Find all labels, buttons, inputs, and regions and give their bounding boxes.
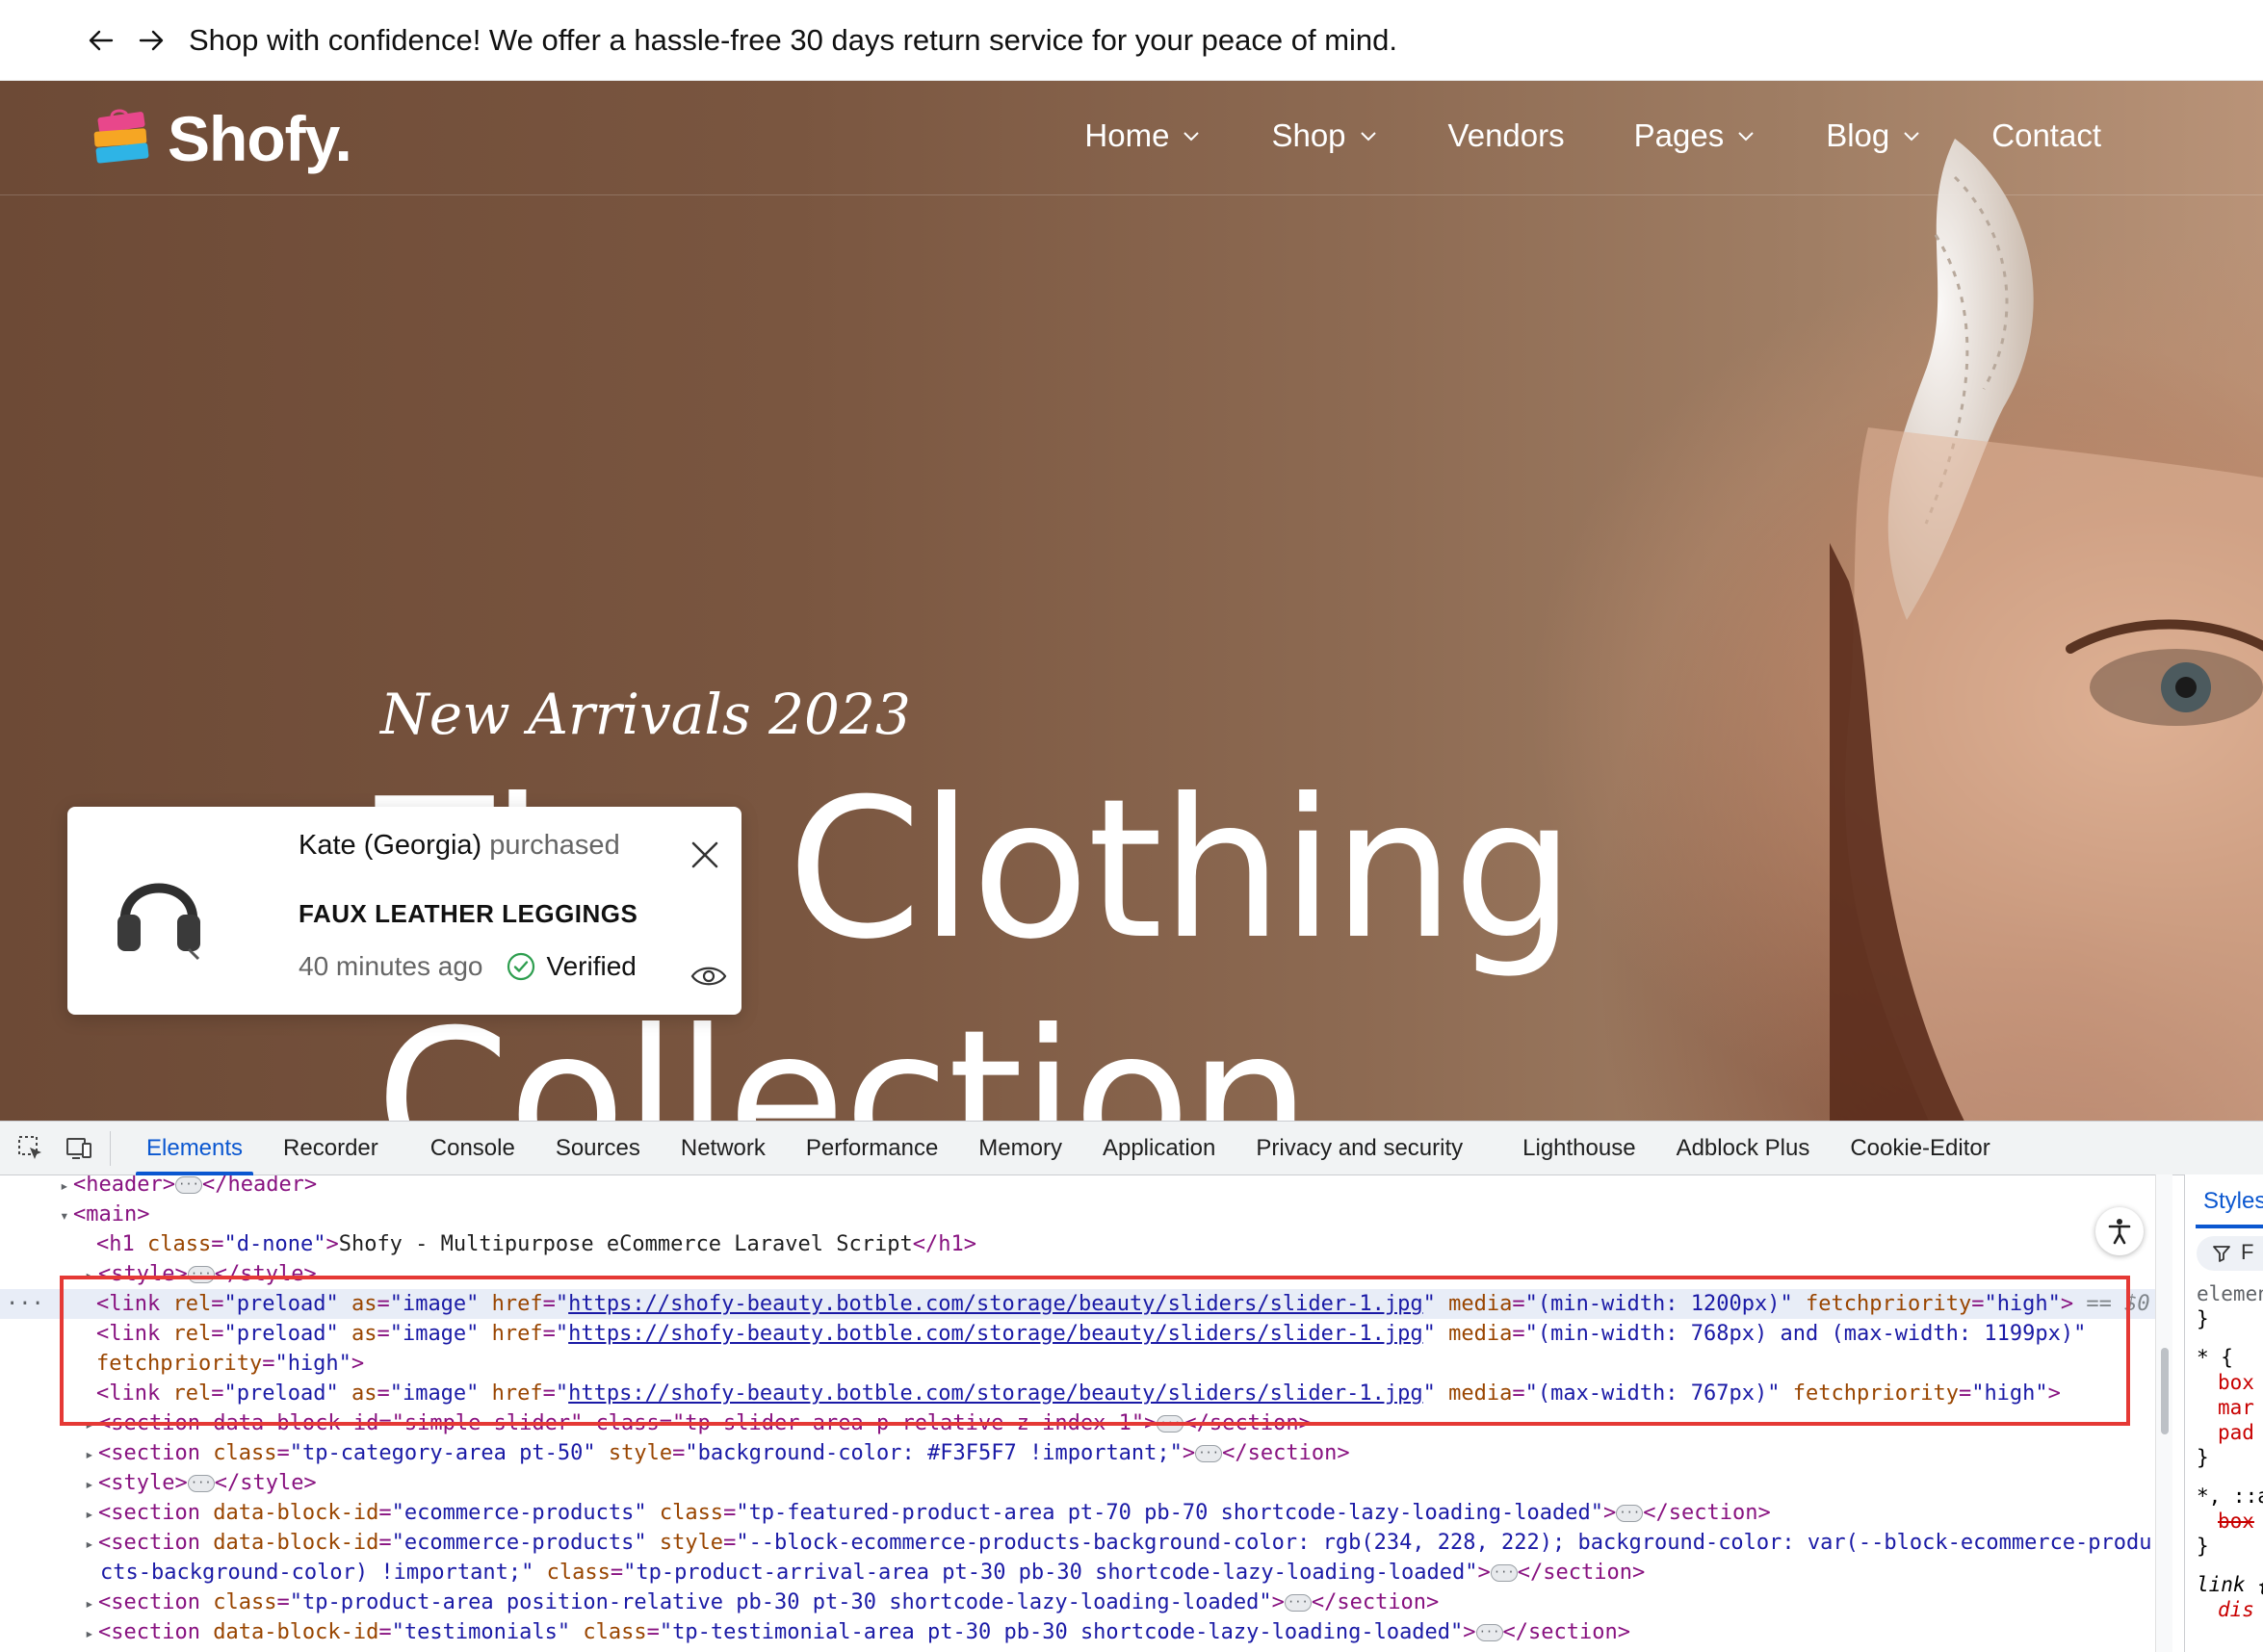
tab-styles[interactable]: Styles: [2184, 1174, 2263, 1228]
tab-console[interactable]: Console: [410, 1122, 535, 1175]
dom-node-section-arrival[interactable]: ▸ <section data-block-id="ecommerce-produ…: [0, 1528, 2155, 1558]
dom-node-header[interactable]: ▸ <header> ··· </header>: [0, 1175, 2155, 1200]
style-rule-line: * {: [2197, 1346, 2233, 1369]
shopping-bag-logo-icon: [93, 109, 149, 164]
buyer-line: Kate (Georgia) purchased: [299, 830, 620, 862]
nav-label: Shop: [1271, 117, 1346, 153]
section-style: background-color: #F3F5F7 !important;: [697, 1441, 1170, 1465]
dom-scrollbar[interactable]: [2155, 1174, 2172, 1652]
h1-text: Shofy - Multipurpose eCommerce Laravel S…: [338, 1232, 913, 1256]
arrow-right-icon[interactable]: [135, 24, 168, 57]
product-name[interactable]: FAUX LEATHER LEGGINGS: [299, 899, 637, 929]
purchase-action: purchased: [489, 830, 620, 861]
section-block-id: ecommerce-products: [403, 1501, 635, 1525]
chevron-down-icon: [1184, 132, 1200, 142]
style-rule-line: dis: [2218, 1598, 2254, 1621]
arrow-left-icon[interactable]: [85, 24, 117, 57]
nav-item-pages[interactable]: Pages: [1634, 117, 1757, 154]
tab-elements[interactable]: Elements: [126, 1122, 263, 1175]
accessibility-button[interactable]: [2095, 1207, 2144, 1255]
h1-class-value: d-none: [236, 1232, 314, 1256]
toolbar-divider: [110, 1130, 111, 1166]
announcement-bar: Shop with confidence! We offer a hassle-…: [0, 0, 2263, 81]
nav-label: Pages: [1633, 117, 1725, 153]
filter-placeholder: F: [2241, 1240, 2254, 1264]
verified-label: Verified: [546, 951, 637, 981]
dom-node-section-testimonials[interactable]: ▸ <section data-block-id="testimonials" c…: [0, 1617, 2155, 1647]
dom-node-h1[interactable]: <h1 class="d-none">Shofy - Multipurpose …: [0, 1229, 2155, 1259]
style-rule-line: }: [2197, 1446, 2209, 1469]
logo[interactable]: Shofy.: [89, 102, 352, 175]
chevron-down-icon: [1738, 132, 1754, 142]
model-face-image: [1830, 427, 2263, 1121]
styles-tab-label: Styles: [2203, 1188, 2263, 1214]
chevron-down-icon: [1360, 132, 1376, 142]
inspect-element-icon[interactable]: [13, 1131, 48, 1166]
section-block-id: ecommerce-products: [403, 1531, 635, 1555]
styles-filter-input[interactable]: F: [2197, 1236, 2263, 1271]
style-rule-line: }: [2197, 1535, 2209, 1558]
style-rule-line: element: [2197, 1282, 2263, 1305]
tab-performance[interactable]: Performance: [786, 1122, 958, 1175]
buyer-name: Kate (Georgia): [299, 830, 482, 861]
section-class: tp-testimonial-area pt-30 pb-30 shortcod…: [672, 1620, 1451, 1644]
announcement-text: Shop with confidence! We offer a hassle-…: [189, 22, 1398, 57]
filter-icon: [2213, 1246, 2230, 1262]
more-options-icon[interactable]: ···: [6, 1289, 44, 1319]
tab-recorder[interactable]: Recorder: [263, 1122, 399, 1175]
dom-node-section-arrival-cont: cts-background-color) !important;" class…: [100, 1561, 1646, 1585]
nav-item-shop[interactable]: Shop: [1271, 117, 1378, 154]
dom-node-section-product[interactable]: ▸ <section class="tp-product-area positio…: [0, 1587, 2155, 1617]
purchase-time: 40 minutes ago: [299, 951, 483, 981]
styles-pane: F element } * { box mar pad } *, ::a box…: [2184, 1174, 2263, 1652]
tab-network[interactable]: Network: [661, 1122, 786, 1175]
close-icon[interactable]: [686, 836, 724, 874]
scrollbar-thumb[interactable]: [2161, 1348, 2169, 1434]
style-rule-line: mar: [2218, 1396, 2254, 1419]
verified-badge: Verified: [506, 951, 637, 982]
tab-privacy-security[interactable]: Privacy and security: [1236, 1122, 1483, 1175]
recent-purchase-toast: Kate (Georgia) purchased FAUX LEATHER LE…: [67, 807, 741, 1015]
accessibility-icon: [2108, 1219, 2131, 1245]
section-block-id: testimonials: [403, 1620, 558, 1644]
dom-node-main[interactable]: ▾ <main>: [0, 1200, 2155, 1229]
tab-memory[interactable]: Memory: [958, 1122, 1082, 1175]
tab-adblock-plus[interactable]: Adblock Plus: [1656, 1122, 1831, 1175]
style-rule-line: }: [2197, 1307, 2209, 1330]
style-rule-line: *, ::a: [2197, 1484, 2263, 1508]
section-class: tp-product-area position-relative pb-30 …: [301, 1590, 1260, 1614]
style-rule-line: box: [2218, 1371, 2254, 1394]
dom-node-style-2[interactable]: ▸ <style> ··· </style>: [0, 1468, 2155, 1498]
purchase-meta: 40 minutes ago Verified: [299, 951, 637, 982]
tab-application[interactable]: Application: [1082, 1122, 1236, 1175]
style-rule-line: pad: [2218, 1421, 2254, 1444]
section-style-cont: cts-background-color) !important;: [100, 1561, 522, 1585]
dom-node-section-featured[interactable]: ▸ <section data-block-id="ecommerce-produ…: [0, 1498, 2155, 1528]
section-class: tp-product-arrival-area pt-30 pb-30 shor…: [636, 1561, 1466, 1585]
dom-node-section-category[interactable]: ▸ <section class="tp-category-area pt-50"…: [0, 1438, 2155, 1468]
section-class: tp-featured-product-area pt-70 pb-70 sho…: [748, 1501, 1591, 1525]
tab-cookie-editor[interactable]: Cookie-Editor: [1830, 1122, 2010, 1175]
check-circle-icon: [507, 952, 535, 981]
nav-item-vendors[interactable]: Vendors: [1448, 117, 1565, 154]
section-class: tp-category-area pt-50: [301, 1441, 584, 1465]
eye-icon[interactable]: [689, 961, 728, 992]
devtools-toolbar: Elements Recorder Console Sources Networ…: [0, 1122, 2263, 1175]
nav-label: Home: [1084, 117, 1170, 153]
nav-item-home[interactable]: Home: [1084, 117, 1202, 154]
headphones-product-image[interactable]: [106, 857, 212, 963]
tab-lighthouse[interactable]: Lighthouse: [1502, 1122, 1655, 1175]
red-highlight-annotation: [60, 1276, 2130, 1426]
section-style: --block-ecommerce-products-background-co…: [748, 1531, 2152, 1555]
nav-label: Vendors: [1447, 117, 1565, 153]
logo-text: Shofy.: [168, 103, 352, 174]
style-rule-line: link {: [2197, 1573, 2263, 1596]
style-rule-line: box: [2218, 1510, 2254, 1533]
device-toolbar-icon[interactable]: [62, 1131, 96, 1166]
tab-sources[interactable]: Sources: [535, 1122, 661, 1175]
hero-subtitle: New Arrivals 2023: [380, 682, 911, 747]
